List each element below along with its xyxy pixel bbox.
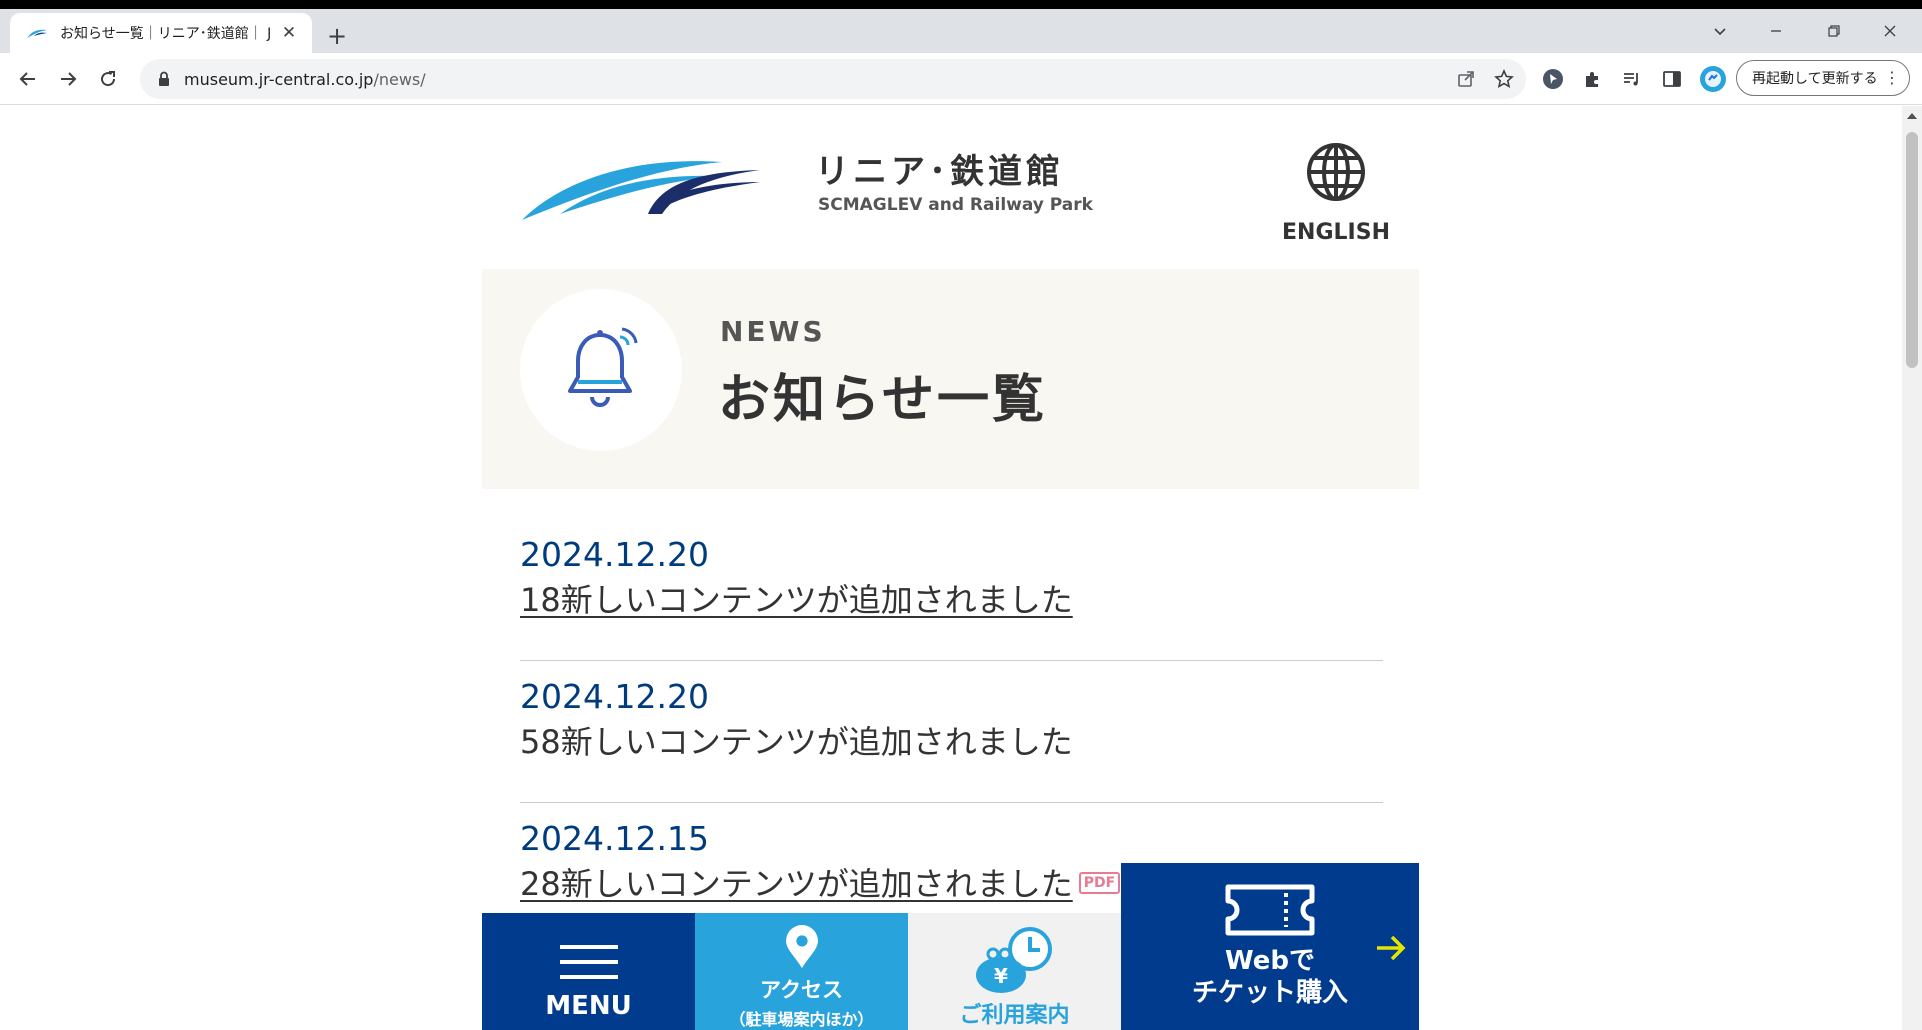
url-path: /news/ <box>373 69 426 89</box>
hamburger-icon <box>559 945 618 979</box>
news-date: 2024.12.20 <box>520 677 709 716</box>
bell-badge <box>520 289 682 451</box>
url-text: museum.jr-central.co.jp/news/ <box>184 70 426 89</box>
extension-cursor-icon[interactable] <box>1539 65 1567 93</box>
address-bar[interactable]: museum.jr-central.co.jp/news/ <box>140 59 1526 99</box>
site-favicon-icon <box>27 29 47 38</box>
brand-name-en: SCMAGLEV and Railway Park <box>818 195 1093 215</box>
news-title-link[interactable]: 18新しいコンテンツが追加されました <box>520 577 1383 623</box>
list-item: 2024.12.20 58新しいコンテンツが追加されました <box>520 661 1383 803</box>
scroll-up-arrow-icon[interactable] <box>1907 113 1917 119</box>
page-content: リニア･鉄道館 SCMAGLEV and Railway Park ENGLIS… <box>482 106 1419 1030</box>
bookmark-star-icon[interactable] <box>1494 69 1514 89</box>
media-controls-icon[interactable] <box>1618 65 1646 93</box>
browser-window: お知らせ一覧｜リニア･鉄道館｜ J ✕ + museum.jr-central.… <box>0 9 1922 1030</box>
forward-arrow-icon <box>61 72 77 86</box>
tab-title: お知らせ一覧｜リニア･鉄道館｜ J <box>60 26 272 42</box>
url-domain: museum.jr-central.co.jp <box>184 69 374 89</box>
visitor-guide-button[interactable]: ¥ ご利用案内 <box>908 913 1121 1030</box>
tab-close-icon[interactable]: ✕ <box>278 22 300 44</box>
news-title: 58新しいコンテンツが追加されました <box>520 723 1073 761</box>
page-title: お知らせ一覧 <box>718 370 1047 430</box>
english-label: ENGLISH <box>1282 220 1390 245</box>
menu-button[interactable]: MENU <box>482 913 695 1030</box>
minimize-button[interactable] <box>1748 9 1804 53</box>
menu-label: MENU <box>545 991 632 1021</box>
lock-icon <box>159 71 169 86</box>
access-sublabel: （駐車場案内ほか） <box>729 1010 874 1029</box>
list-item: 2024.12.20 18新しいコンテンツが追加されました <box>520 519 1383 661</box>
reload-icon <box>101 71 116 87</box>
share-icon[interactable] <box>1456 69 1476 89</box>
restart-update-button[interactable]: 再起動して更新する ⋮ <box>1736 60 1910 96</box>
browser-toolbar: museum.jr-central.co.jp/news/ 再起動して更新する <box>0 53 1922 105</box>
forward-button[interactable] <box>52 63 84 95</box>
svg-text:¥: ¥ <box>994 964 1008 988</box>
restore-button[interactable] <box>1806 9 1862 53</box>
back-arrow-icon <box>19 72 35 86</box>
tab-search-icon[interactable] <box>1692 9 1748 53</box>
page-hero: NEWS お知らせ一覧 <box>482 269 1419 489</box>
news-date: 2024.12.20 <box>520 535 709 574</box>
notification-bell-icon <box>568 327 638 407</box>
profile-avatar-icon[interactable] <box>1699 65 1727 93</box>
bottom-nav: MENU アクセス （駐車場案内ほか） ¥ ご利用案内 Webで チケット購入 <box>482 863 1419 1030</box>
access-label: アクセス <box>760 978 843 1002</box>
side-panel-icon[interactable] <box>1658 65 1686 93</box>
tab-strip: お知らせ一覧｜リニア･鉄道館｜ J ✕ + <box>0 9 1922 53</box>
scroll-thumb[interactable] <box>1906 132 1918 368</box>
browser-tab-active[interactable]: お知らせ一覧｜リニア･鉄道館｜ J ✕ <box>10 13 312 53</box>
close-window-button[interactable] <box>1862 9 1918 53</box>
hero-label-en: NEWS <box>720 315 826 348</box>
ticket-label-line2: チケット購入 <box>1191 978 1348 1008</box>
back-button[interactable] <box>12 63 44 95</box>
ticket-label-line1: Webで <box>1225 946 1315 976</box>
page-viewport: リニア･鉄道館 SCMAGLEV and Railway Park ENGLIS… <box>0 106 1902 1030</box>
map-pin-icon <box>785 925 818 969</box>
web-ticket-button[interactable]: Webで チケット購入 <box>1121 863 1419 1030</box>
restart-update-label: 再起動して更新する <box>1752 71 1878 87</box>
visitor-guide-label: ご利用案内 <box>959 1003 1070 1028</box>
globe-icon <box>1307 143 1365 201</box>
site-logo[interactable]: リニア･鉄道館 SCMAGLEV and Railway Park <box>520 142 1093 222</box>
coin-purse-clock-icon: ¥ <box>975 927 1052 993</box>
arrow-right-icon <box>1377 935 1406 961</box>
brand-name-jp: リニア･鉄道館 <box>815 152 1064 192</box>
english-language-link[interactable]: ENGLISH <box>1282 142 1390 245</box>
ticket-icon <box>1225 884 1315 936</box>
news-date: 2024.12.15 <box>520 819 709 858</box>
access-button[interactable]: アクセス （駐車場案内ほか） <box>695 913 908 1030</box>
maglev-logo-icon <box>522 161 760 220</box>
reload-button[interactable] <box>92 63 124 95</box>
extensions-puzzle-icon[interactable] <box>1579 65 1607 93</box>
page-scrollbar[interactable] <box>1902 106 1922 1030</box>
browser-menu-icon[interactable]: ⋮ <box>1884 68 1900 87</box>
new-tab-button[interactable]: + <box>322 21 352 51</box>
